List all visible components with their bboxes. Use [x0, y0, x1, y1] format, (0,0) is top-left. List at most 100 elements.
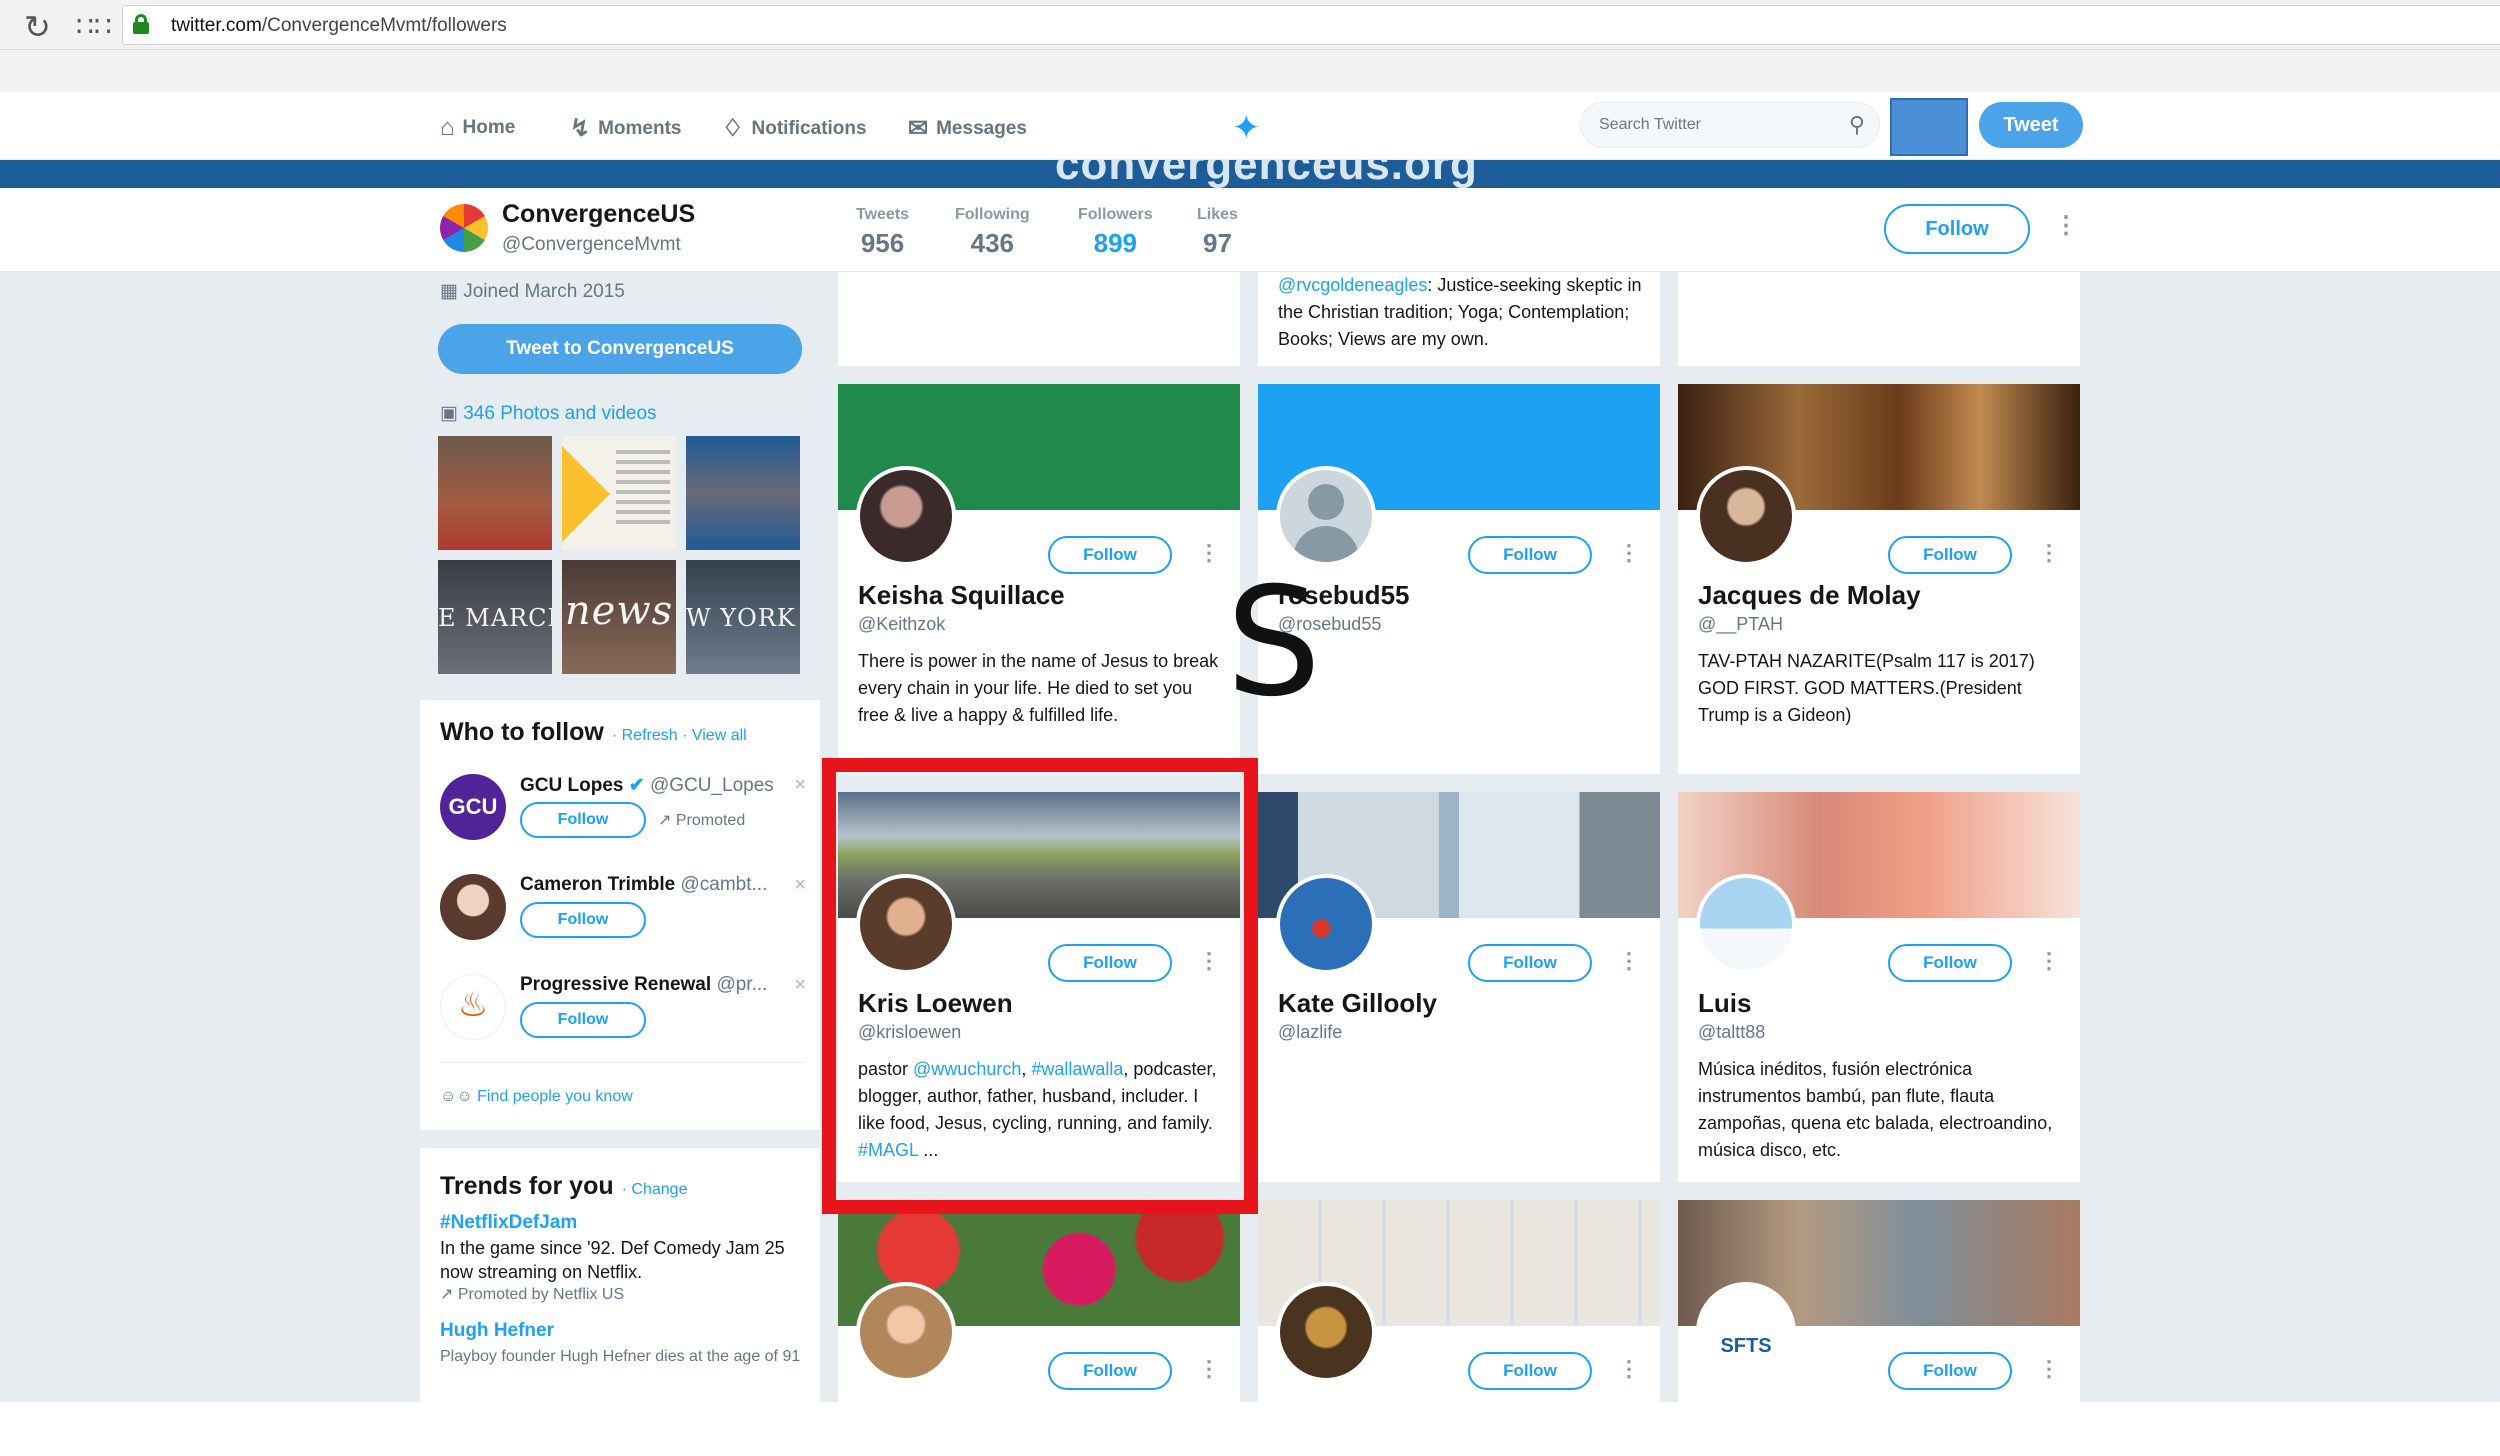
thumb-text: news	[564, 588, 674, 634]
card-more-icon[interactable]: ⋮	[1198, 540, 1220, 566]
stat-label: Tweets	[856, 206, 910, 223]
card-follow-button[interactable]: Follow	[1048, 536, 1172, 574]
card-more-icon[interactable]: ⋮	[2038, 948, 2060, 974]
follower-card[interactable]: Follow ⋮ Kate Gillooly @lazlife	[1258, 792, 1660, 1182]
more-options-icon[interactable]: ⋮	[2054, 214, 2078, 238]
card-avatar[interactable]: SFTS	[1696, 1282, 1796, 1382]
card-name[interactable]: Luis	[1698, 988, 1751, 1019]
trend-name[interactable]: Hugh Hefner	[440, 1320, 554, 1342]
photo-thumb[interactable]	[686, 436, 800, 550]
trend-name[interactable]: #NetflixDefJam	[440, 1212, 577, 1234]
trends-change-link[interactable]: · Change	[622, 1181, 688, 1198]
tweet-to-button[interactable]: Tweet to ConvergenceUS	[438, 324, 802, 374]
card-more-icon[interactable]: ⋮	[1618, 540, 1640, 566]
bio-mention[interactable]: @rvcgoldeneagles	[1278, 275, 1427, 295]
wtf-name[interactable]: GCU Lopes ✔ @GCU_Lopes	[520, 774, 774, 797]
dismiss-icon[interactable]: ×	[794, 874, 806, 897]
card-more-icon[interactable]: ⋮	[2038, 1356, 2060, 1382]
trends-title: Trends for you · Change	[440, 1172, 687, 1201]
follow-button[interactable]: Follow	[1884, 204, 2030, 254]
card-name[interactable]: Jacques de Molay	[1698, 580, 1921, 611]
wtf-follow-button[interactable]: Follow	[520, 1002, 646, 1038]
card-follow-button[interactable]: Follow	[1468, 536, 1592, 574]
photo-thumb[interactable]: news	[562, 560, 676, 674]
follower-card[interactable]: Follow ⋮ Jacques de Molay @__PTAH TAV-PT…	[1678, 384, 2080, 774]
card-name[interactable]: Keisha Squillace	[858, 580, 1065, 611]
card-bio: There is power in the name of Jesus to b…	[858, 651, 1219, 725]
card-avatar[interactable]	[1696, 466, 1796, 566]
follower-card[interactable]: Follow ⋮	[838, 1200, 1240, 1402]
nav-moments[interactable]: ↯ Moments	[570, 114, 682, 143]
nav-messages[interactable]: ✉ Messages	[908, 114, 1027, 143]
wtf-name[interactable]: Progressive Renewal @pr...	[520, 974, 767, 996]
card-follow-button[interactable]: Follow	[1468, 944, 1592, 982]
card-avatar[interactable]	[1276, 874, 1376, 974]
follower-card[interactable]: Follow ⋮ Luis @taltt88 Música inéditos, …	[1678, 792, 2080, 1182]
card-follow-button[interactable]: Follow	[1468, 1352, 1592, 1390]
nav-home-label: Home	[462, 117, 516, 138]
profile-nav: ConvergenceUS @ConvergenceMvmt Tweets 95…	[0, 188, 2500, 288]
user-avatar[interactable]	[1890, 98, 1968, 156]
photo-thumb[interactable]: W YORK CI	[686, 560, 800, 674]
follower-card[interactable]: Follow ⋮ Keisha Squillace @Keithzok Ther…	[838, 384, 1240, 774]
apps-grid-icon[interactable]: ∷∷	[76, 10, 112, 43]
wtf-follow-button[interactable]: Follow	[520, 902, 646, 938]
card-follow-button[interactable]: Follow	[1888, 944, 2012, 982]
photos-label: 346 Photos and videos	[463, 403, 657, 424]
card-avatar[interactable]	[856, 1282, 956, 1382]
card-more-icon[interactable]: ⋮	[2038, 540, 2060, 566]
wtf-follow-button[interactable]: Follow	[520, 802, 646, 838]
promoted-icon: ↗	[658, 812, 676, 829]
card-avatar[interactable]	[1276, 1282, 1376, 1382]
dismiss-icon[interactable]: ×	[794, 974, 806, 997]
wtf-refresh-viewall[interactable]: · Refresh · View all	[612, 727, 747, 744]
verified-icon: ✔	[628, 775, 645, 796]
tweet-button[interactable]: Tweet	[1979, 102, 2083, 148]
follower-card[interactable]: Follow ⋮	[1258, 1200, 1660, 1402]
card-more-icon[interactable]: ⋮	[1618, 1356, 1640, 1382]
stat-likes[interactable]: Likes 97	[1197, 206, 1238, 259]
profile-avatar[interactable]	[440, 204, 488, 252]
dismiss-icon[interactable]: ×	[794, 774, 806, 797]
photo-thumb[interactable]: E MARCH	[438, 560, 552, 674]
address-bar[interactable]: twitter.com/ConvergenceMvmt/followers	[122, 5, 2500, 45]
card-bio: @rvcgoldeneagles: Justice-seeking skepti…	[1278, 272, 1658, 353]
stat-following[interactable]: Following 436	[955, 206, 1030, 259]
wtf-avatar[interactable]	[440, 874, 506, 940]
stat-followers[interactable]: Followers 899	[1060, 206, 1171, 288]
card-follow-button[interactable]: Follow	[1048, 1352, 1172, 1390]
wtf-handle: @GCU_Lopes	[649, 775, 774, 796]
card-name[interactable]: Kate Gillooly	[1278, 988, 1437, 1019]
photos-videos-link[interactable]: ▣ 346 Photos and videos	[440, 402, 657, 425]
banner-text: convergenceus.org	[1055, 160, 1478, 188]
default-avatar-icon[interactable]	[1276, 466, 1376, 566]
card-more-icon[interactable]: ⋮	[1618, 948, 1640, 974]
wtf-handle: @pr...	[716, 974, 768, 995]
twitter-bird-icon[interactable]: ✦	[1232, 108, 1261, 148]
card-follow-button[interactable]: Follow	[1888, 1352, 2012, 1390]
stat-label: Likes	[1197, 206, 1238, 223]
find-people-link[interactable]: ☺☺ Find people you know	[440, 1088, 633, 1106]
follower-card[interactable]: SFTS Follow ⋮	[1678, 1200, 2080, 1402]
reload-icon[interactable]: ↻	[24, 8, 51, 46]
card-avatar[interactable]	[1696, 874, 1796, 974]
nav-notifications[interactable]: ♢ Notifications	[722, 114, 867, 143]
card-follow-button[interactable]: Follow	[1888, 536, 2012, 574]
stat-label: Followers	[1078, 206, 1153, 223]
wtf-name[interactable]: Cameron Trimble @cambt...	[520, 874, 767, 896]
search-icon[interactable]: ⚲	[1849, 112, 1865, 138]
stat-tweets[interactable]: Tweets 956	[856, 206, 909, 259]
nav-home[interactable]: ⌂ Home	[440, 114, 515, 142]
flame-icon[interactable]: ♨	[440, 974, 506, 1040]
photo-thumb[interactable]	[438, 436, 552, 550]
highlight-box	[822, 758, 1258, 1214]
search-input[interactable]: Search Twitter ⚲	[1580, 102, 1880, 148]
card-more-icon[interactable]: ⋮	[1198, 1356, 1220, 1382]
calendar-icon: ▦	[440, 281, 464, 302]
wtf-avatar[interactable]: GCU	[440, 774, 506, 840]
profile-name[interactable]: ConvergenceUS	[502, 200, 695, 229]
photo-thumb[interactable]	[562, 436, 676, 550]
follower-card-partial	[1678, 272, 2080, 366]
card-avatar[interactable]	[856, 466, 956, 566]
wtf-handle: @cambt...	[680, 874, 768, 895]
